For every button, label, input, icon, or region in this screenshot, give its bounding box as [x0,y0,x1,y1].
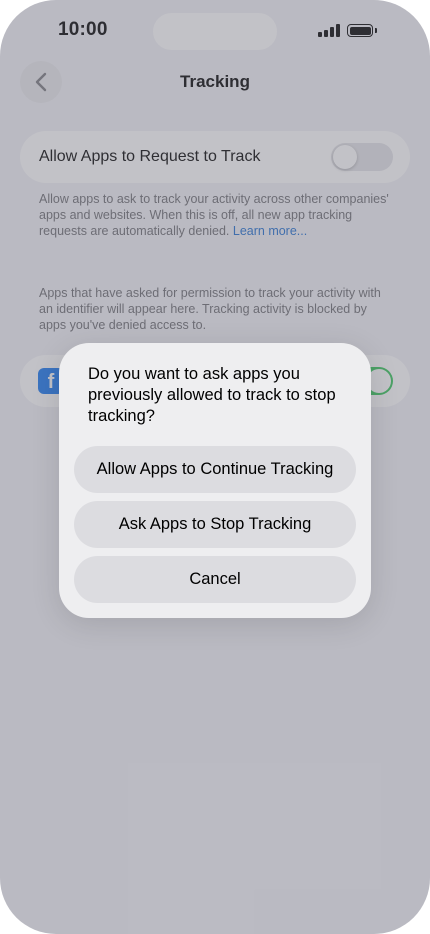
cancel-button[interactable]: Cancel [74,556,356,603]
alert-message: Do you want to ask apps you previously a… [88,365,336,425]
allow-continue-tracking-button[interactable]: Allow Apps to Continue Tracking [74,446,356,493]
ask-stop-tracking-button[interactable]: Ask Apps to Stop Tracking [74,501,356,548]
phone-screen: 10:00 Tracking Allow Apps to Request to … [0,0,430,934]
stop-tracking-alert: Do you want to ask apps you previously a… [59,343,371,618]
